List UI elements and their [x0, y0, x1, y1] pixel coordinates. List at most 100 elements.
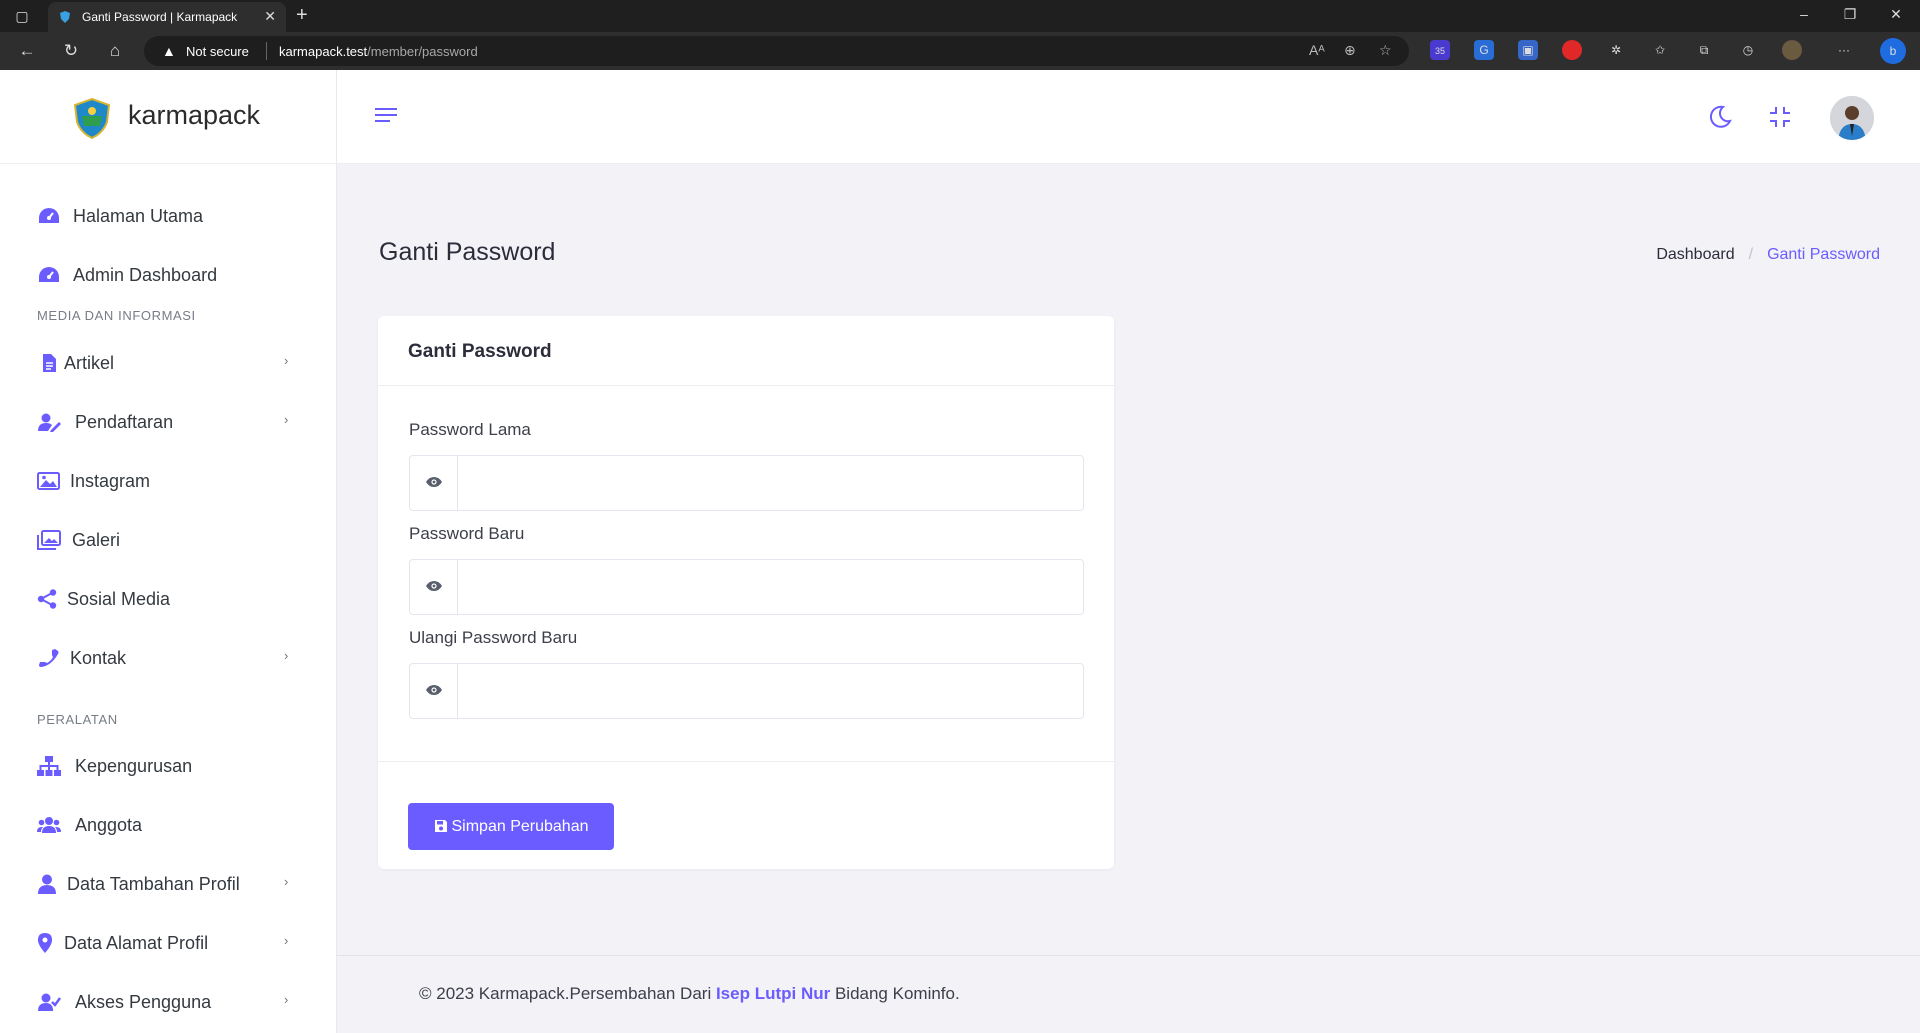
- translate-extension-icon[interactable]: G: [1474, 40, 1494, 60]
- new-tab-icon[interactable]: +: [296, 4, 308, 26]
- sidebar-item-label: Pendaftaran: [75, 412, 174, 432]
- user-check-icon: [38, 993, 61, 1011]
- browser-tab-active[interactable]: Ganti Password | Karmapack ✕: [48, 2, 286, 32]
- save-changes-button[interactable]: Simpan Perubahan: [408, 803, 614, 850]
- card-divider: [378, 761, 1114, 762]
- exit-fullscreen-icon[interactable]: [1767, 104, 1793, 130]
- sidebar-item-label: Galeri: [72, 530, 121, 550]
- breadcrumb: Dashboard / Ganti Password: [1656, 246, 1880, 264]
- more-menu-icon[interactable]: ···: [1834, 40, 1854, 60]
- sidebar-item-label: Artikel: [64, 353, 115, 373]
- save-button-label: Simpan Perubahan: [451, 817, 589, 835]
- sidebar-section-heading: PERALATAN: [37, 712, 118, 727]
- tab-actions-icon[interactable]: ▢: [12, 6, 32, 26]
- collections-icon[interactable]: ⧉: [1694, 40, 1714, 60]
- eye-icon: [426, 685, 442, 695]
- sidebar-item-admin-dashboard[interactable]: Admin Dashboard: [0, 253, 337, 297]
- chevron-right-icon: ›: [284, 992, 289, 1007]
- url-text[interactable]: karmapack.test/member/password: [279, 44, 478, 59]
- password-card: Ganti Password Password Lama Password Ba…: [378, 316, 1114, 869]
- file-icon: [43, 354, 56, 372]
- menu-toggle-icon[interactable]: [375, 108, 397, 126]
- user-edit-icon: [38, 413, 61, 432]
- sidebar-item-pendaftaran[interactable]: Pendaftaran ›: [0, 400, 337, 444]
- home-icon[interactable]: ⌂: [104, 40, 126, 62]
- sidebar-item-data-alamat-profil[interactable]: Data Alamat Profil ›: [0, 921, 337, 965]
- user-avatar[interactable]: [1830, 96, 1874, 140]
- new-password-group: [409, 559, 1084, 615]
- sidebar-item-anggota[interactable]: Anggota: [0, 803, 337, 847]
- sidebar-item-artikel[interactable]: Artikel ›: [0, 341, 337, 385]
- close-window-icon[interactable]: ✕: [1884, 6, 1908, 23]
- sidebar-item-data-tambahan-profil[interactable]: Data Tambahan Profil ›: [0, 862, 337, 906]
- toggle-visibility-button[interactable]: [410, 456, 458, 510]
- old-password-group: [409, 455, 1084, 511]
- browser-toolbar: ← ↻ ⌂ ▲ Not secure karmapack.test/member…: [0, 32, 1920, 70]
- card-title: Ganti Password: [408, 341, 552, 362]
- extensions-puzzle-icon[interactable]: ✲: [1606, 40, 1626, 60]
- copilot-icon[interactable]: b: [1880, 38, 1906, 64]
- old-password-label: Password Lama: [409, 420, 531, 439]
- chevron-right-icon: ›: [284, 874, 289, 889]
- brand-name: karmapack: [128, 100, 261, 130]
- new-password-input[interactable]: [459, 560, 1083, 614]
- sidebar-item-instagram[interactable]: Instagram: [0, 459, 337, 503]
- sidebar-item-label: Admin Dashboard: [73, 265, 218, 285]
- footer-suffix: Bidang Kominfo.: [830, 984, 960, 1003]
- reload-icon[interactable]: ↻: [60, 40, 82, 62]
- read-aloud-icon[interactable]: Aᴬ: [1309, 42, 1325, 58]
- history-icon[interactable]: ◷: [1738, 40, 1758, 60]
- new-password-label: Password Baru: [409, 524, 525, 543]
- confirm-password-input[interactable]: [459, 664, 1083, 718]
- sidebar-item-halaman-utama[interactable]: Halaman Utama: [0, 194, 337, 238]
- breadcrumb-dashboard-link[interactable]: Dashboard: [1656, 246, 1734, 263]
- old-password-input[interactable]: [459, 456, 1083, 510]
- toggle-visibility-button[interactable]: [410, 560, 458, 614]
- phone-icon: [39, 649, 59, 667]
- map-pin-icon: [38, 933, 52, 953]
- site-favicon-icon: [60, 11, 70, 23]
- sidebar-item-kepengurusan[interactable]: Kepengurusan: [0, 744, 337, 788]
- sidebar-item-sosial-media[interactable]: Sosial Media: [0, 577, 337, 621]
- toggle-visibility-button[interactable]: [410, 664, 458, 718]
- add-favorite-icon[interactable]: ☆: [1379, 42, 1392, 59]
- save-floppy-icon: [434, 819, 447, 832]
- footer-author-link[interactable]: Isep Lutpi Nur: [716, 984, 830, 1003]
- breadcrumb-divider: /: [1748, 246, 1754, 263]
- sidebar-item-label: Anggota: [75, 815, 143, 835]
- security-status[interactable]: Not secure: [186, 44, 249, 59]
- sidebar-item-kontak[interactable]: Kontak ›: [0, 636, 337, 680]
- brand[interactable]: karmapack: [0, 70, 337, 164]
- minimize-icon[interactable]: –: [1792, 6, 1816, 22]
- page-footer: © 2023 Karmapack.Persembahan Dari Isep L…: [337, 955, 1920, 1033]
- extension-icon[interactable]: ▣: [1518, 40, 1538, 60]
- tab-close-icon[interactable]: ✕: [264, 8, 276, 25]
- zoom-icon[interactable]: ⊕: [1344, 42, 1356, 59]
- images-icon: [37, 530, 61, 550]
- sidebar-item-label: Halaman Utama: [73, 206, 204, 226]
- karmapack-logo-icon: [73, 97, 111, 140]
- sitemap-icon: [37, 756, 61, 776]
- page-title: Ganti Password: [379, 238, 556, 266]
- restore-icon[interactable]: ❐: [1838, 6, 1862, 23]
- browser-tab-strip: ▢ Ganti Password | Karmapack ✕ + – ❐ ✕: [0, 0, 1920, 32]
- eye-icon: [426, 477, 442, 487]
- sidebar-item-akses-pengguna[interactable]: Akses Pengguna ›: [0, 980, 337, 1024]
- users-icon: [37, 817, 61, 833]
- favorites-icon[interactable]: ✩: [1650, 40, 1670, 60]
- dark-mode-moon-icon[interactable]: [1707, 104, 1733, 130]
- sidebar-item-label: Kepengurusan: [75, 756, 193, 776]
- sidebar-item-label: Data Alamat Profil: [64, 933, 209, 953]
- footer-text: © 2023 Karmapack.Persembahan Dari Isep L…: [419, 984, 960, 1004]
- confirm-password-label: Ulangi Password Baru: [409, 628, 578, 647]
- address-bar[interactable]: ▲ Not secure karmapack.test/member/passw…: [144, 36, 1409, 66]
- chevron-right-icon: ›: [284, 933, 289, 948]
- dashboard-gauge-icon: [39, 208, 59, 223]
- extension-badge-icon[interactable]: 35: [1430, 40, 1450, 60]
- profile-icon[interactable]: [1782, 40, 1802, 60]
- back-icon[interactable]: ←: [16, 40, 38, 62]
- warning-icon: ▲: [162, 43, 176, 59]
- adblock-extension-icon[interactable]: [1562, 40, 1582, 60]
- sidebar-item-galeri[interactable]: Galeri: [0, 518, 337, 562]
- card-header: Ganti Password: [378, 316, 1114, 386]
